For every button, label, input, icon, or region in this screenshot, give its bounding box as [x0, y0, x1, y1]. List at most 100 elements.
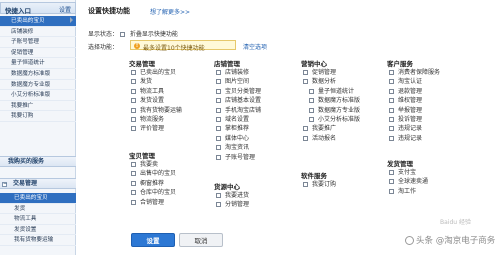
option-checkbox[interactable] [216, 107, 221, 113]
sidebar-item-magic-std[interactable]: 数据魔方标准版 [0, 69, 76, 80]
sidebar-trade-item-ship[interactable]: 发货 [0, 204, 76, 215]
option-checkbox[interactable] [131, 199, 136, 205]
option-checkbox[interactable] [389, 188, 394, 194]
option-row[interactable]: 举报管理 [387, 105, 440, 114]
option-row[interactable]: 退款管理 [387, 86, 440, 95]
option-checkbox[interactable] [216, 70, 221, 75]
option-row[interactable]: 消费者保障服务 [387, 67, 440, 76]
option-row[interactable]: 媒体中心 [214, 133, 261, 142]
sidebar-item-magic-pro[interactable]: 数据魔方专业版 [0, 80, 76, 91]
option-checkbox[interactable] [389, 79, 394, 85]
option-row[interactable]: 活动报名 [301, 133, 360, 142]
option-checkbox[interactable] [303, 135, 308, 141]
sidebar-settings-link[interactable]: 设置 [59, 5, 71, 14]
option-row[interactable]: 淘宝认证 [387, 76, 440, 85]
option-checkbox[interactable] [131, 171, 136, 177]
option-row[interactable]: 全球速卖通 [387, 176, 428, 185]
option-row[interactable]: 我有货物要运输 [129, 105, 182, 114]
option-checkbox[interactable] [216, 193, 221, 198]
option-checkbox[interactable] [309, 88, 314, 94]
sidebar-item-subaccount[interactable]: 子账号管理 [0, 37, 76, 48]
option-row[interactable]: 维权管理 [387, 95, 440, 104]
sidebar-item-xiaoai[interactable]: 小艾分析标准版 [0, 90, 76, 101]
option-checkbox[interactable] [216, 88, 221, 94]
option-row[interactable]: 发货设置 [129, 95, 182, 104]
option-checkbox[interactable] [389, 98, 394, 104]
option-checkbox[interactable] [389, 135, 394, 141]
option-row[interactable]: 我要订购 [301, 179, 336, 188]
option-row[interactable]: 我要进货 [214, 190, 249, 199]
option-row[interactable]: 促销管理 [301, 67, 360, 76]
option-row[interactable]: 已卖出的宝贝 [129, 67, 182, 76]
option-checkbox[interactable] [303, 182, 308, 187]
sidebar-trade-item-transport[interactable]: 我有货物要运输 [0, 235, 76, 246]
option-checkbox[interactable] [131, 98, 136, 104]
collapse-icon[interactable]: − [2, 182, 7, 187]
option-checkbox[interactable] [303, 79, 308, 85]
option-row[interactable]: 我要卖 [129, 159, 176, 168]
sidebar-item-sold[interactable]: 已卖出的宝贝 [0, 16, 76, 27]
option-row[interactable]: 域名设置 [214, 114, 261, 123]
option-row[interactable]: 合销管理 [129, 197, 176, 206]
option-row[interactable]: 店铺装修 [214, 67, 261, 76]
option-row[interactable]: 支付宝 [387, 167, 428, 176]
option-row[interactable]: 数据分析 [301, 76, 360, 85]
sidebar-section-purchased[interactable]: 我购买的服务 [0, 156, 76, 167]
option-checkbox[interactable] [389, 126, 394, 132]
option-checkbox[interactable] [389, 179, 394, 185]
option-checkbox[interactable] [389, 70, 394, 75]
option-row[interactable]: 淘宝资讯 [214, 142, 261, 151]
option-row[interactable]: 手机淘宝店铺 [214, 105, 261, 114]
option-checkbox[interactable] [216, 154, 221, 160]
option-checkbox[interactable] [131, 126, 136, 132]
option-row[interactable]: 量子恒道统计 [301, 86, 360, 95]
option-checkbox[interactable] [131, 180, 136, 186]
option-checkbox[interactable] [216, 145, 221, 151]
option-checkbox[interactable] [131, 116, 136, 122]
option-checkbox[interactable] [303, 126, 308, 132]
option-checkbox[interactable] [309, 107, 314, 113]
option-row[interactable]: 店铺基本设置 [214, 95, 261, 104]
sidebar-item-stats[interactable]: 量子恒道统计 [0, 58, 76, 69]
sidebar-trade-item-sold[interactable]: 已卖出的宝贝 [0, 193, 76, 204]
help-link[interactable]: 想了解更多>> [150, 7, 190, 16]
option-row[interactable]: 评价管理 [129, 123, 182, 132]
option-row[interactable]: 宝贝分类管理 [214, 86, 261, 95]
sidebar-item-order[interactable]: 我要订购 [0, 111, 76, 122]
option-checkbox[interactable] [303, 70, 308, 75]
option-row[interactable]: 图片空间 [214, 76, 261, 85]
clear-options-link[interactable]: 清空选项 [243, 42, 267, 51]
option-row[interactable]: 物流工具 [129, 86, 182, 95]
sidebar-item-store-decor[interactable]: 店铺装修 [0, 27, 76, 38]
option-row[interactable]: 掌柜推荐 [214, 123, 261, 132]
option-row[interactable]: 违规记录 [387, 133, 440, 142]
option-checkbox[interactable] [309, 98, 314, 104]
option-checkbox[interactable] [389, 107, 394, 113]
option-row[interactable]: 投诉管理 [387, 114, 440, 123]
option-checkbox[interactable] [216, 98, 221, 104]
sidebar-trade-item-logistics[interactable]: 物流工具 [0, 214, 76, 225]
option-row[interactable]: 发货 [129, 76, 182, 85]
option-checkbox[interactable] [131, 79, 136, 85]
sidebar-item-promotion[interactable]: 促销管理 [0, 48, 76, 59]
option-checkbox[interactable] [131, 162, 136, 167]
option-row[interactable]: 仓库中的宝贝 [129, 187, 176, 196]
option-checkbox[interactable] [389, 88, 394, 94]
sidebar-item-promote[interactable]: 我要推广 [0, 101, 76, 112]
option-row[interactable]: 淘工作 [387, 186, 428, 195]
option-checkbox[interactable] [131, 107, 136, 113]
option-row[interactable]: 出售中的宝贝 [129, 168, 176, 177]
option-checkbox[interactable] [131, 190, 136, 196]
save-button[interactable]: 设置 [131, 233, 175, 247]
option-checkbox[interactable] [216, 79, 221, 85]
sidebar-section-trade[interactable]: − 交易管理 [0, 178, 76, 189]
option-checkbox[interactable] [389, 116, 394, 122]
sidebar-trade-item-ship-settings[interactable]: 发货设置 [0, 225, 76, 236]
option-row[interactable]: 子账号管理 [214, 152, 261, 161]
display-status-checkbox[interactable] [119, 32, 125, 37]
option-checkbox[interactable] [309, 116, 314, 122]
option-checkbox[interactable] [216, 116, 221, 122]
option-row[interactable]: 数据魔方标准版 [301, 95, 360, 104]
option-row[interactable]: 小艾分析标准版 [301, 114, 360, 123]
option-row[interactable]: 数据魔方专业版 [301, 105, 360, 114]
